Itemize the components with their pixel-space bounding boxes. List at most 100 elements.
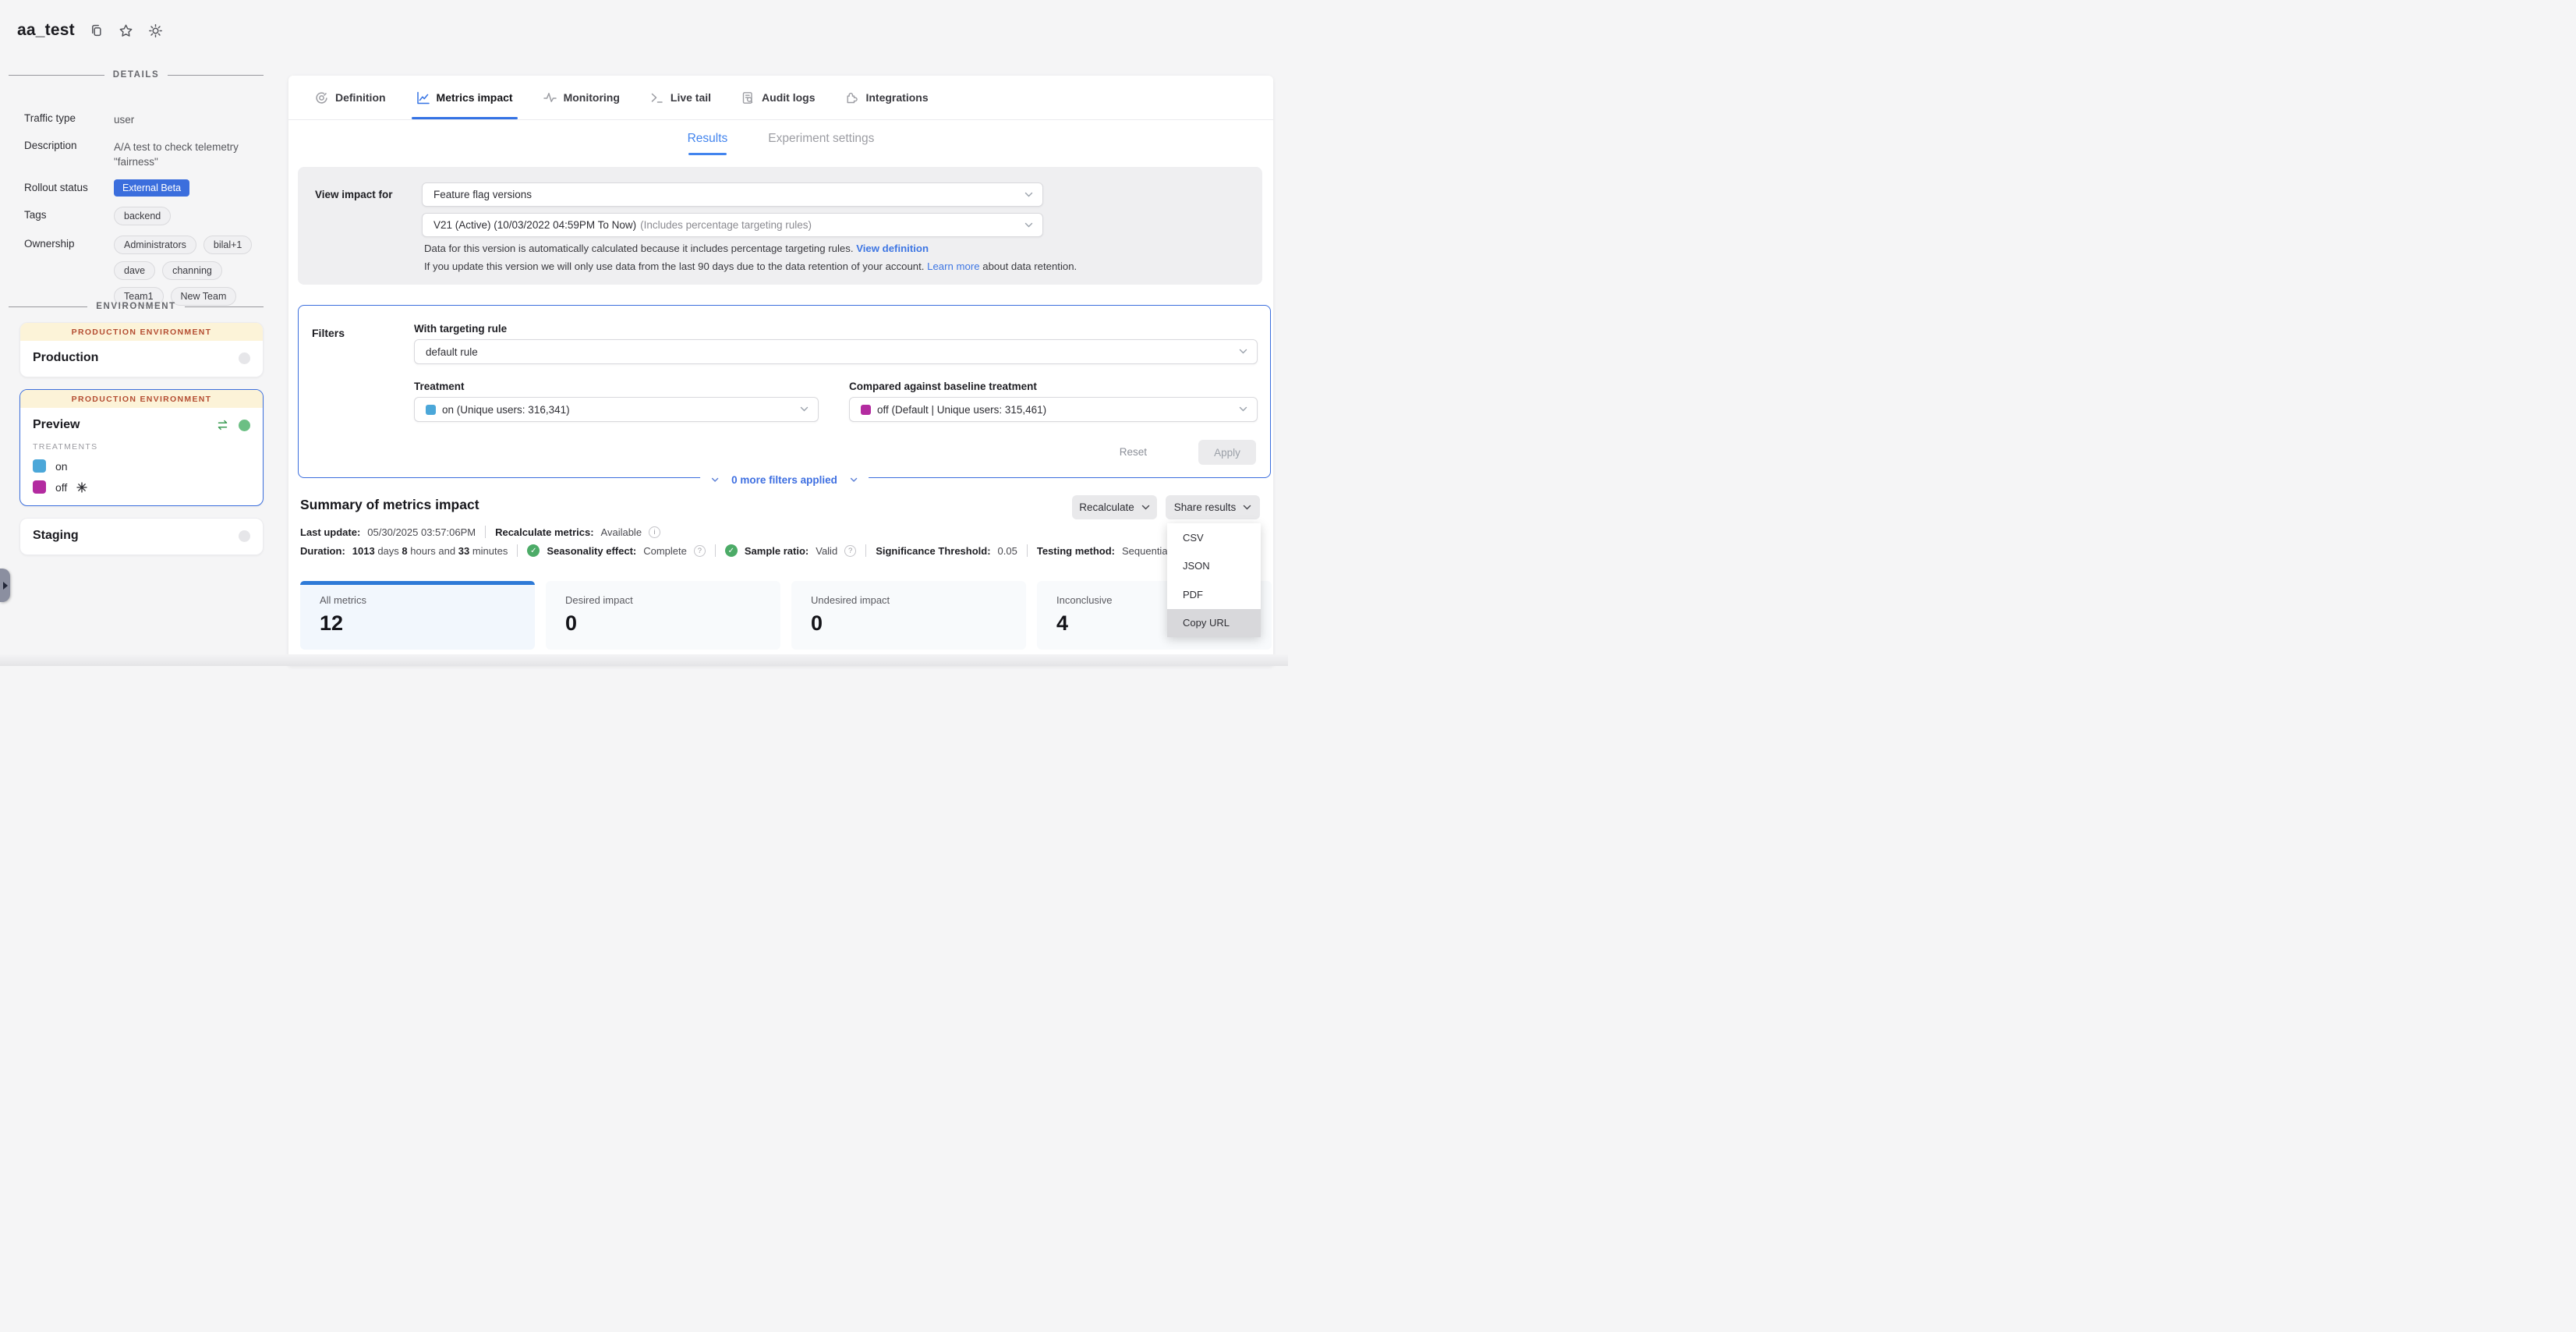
recalculate-button[interactable]: Recalculate <box>1072 495 1157 519</box>
menu-item-csv[interactable]: CSV <box>1167 523 1261 552</box>
ownership-row: Ownership Administrators bilal+1 dave ch… <box>24 236 258 306</box>
version-auto-note-text: Data for this version is automatically c… <box>424 243 854 254</box>
details-rows: Traffic type user Description A/A test t… <box>24 110 258 316</box>
audit-log-icon <box>741 91 755 105</box>
main-panel: Definition Metrics impact Monitoring Liv… <box>288 76 1273 666</box>
duration-days-unit: days <box>377 545 398 557</box>
owner-chip: channing <box>162 261 222 280</box>
filters-card: Filters With targeting rule default rule… <box>298 305 1271 478</box>
divider <box>865 544 866 557</box>
baseline-dropdown-value: off (Default | Unique users: 315,461) <box>877 404 1046 416</box>
tab-bar: Definition Metrics impact Monitoring Liv… <box>288 76 1273 120</box>
environment-name: Staging <box>33 529 239 543</box>
subtab-results[interactable]: Results <box>688 132 728 155</box>
metric-card-all-metrics[interactable]: All metrics 12 <box>300 581 535 650</box>
tag-chip: backend <box>114 207 171 225</box>
rollout-status-badge: External Beta <box>114 179 189 197</box>
divider <box>1027 544 1028 557</box>
chevron-down-icon <box>850 477 858 483</box>
environment-section-title: ENVIRONMENT <box>96 302 176 311</box>
tab-metrics-impact[interactable]: Metrics impact <box>416 76 513 119</box>
significance-label: Significance Threshold: <box>876 545 990 557</box>
version-value: V21 (Active) (10/03/2022 04:59PM To Now) <box>433 219 636 231</box>
tab-monitoring[interactable]: Monitoring <box>543 76 620 119</box>
menu-item-json[interactable]: JSON <box>1167 552 1261 581</box>
metric-card-undesired-impact[interactable]: Undesired impact 0 <box>791 581 1026 650</box>
subtab-experiment-settings[interactable]: Experiment settings <box>768 132 874 155</box>
sidebar-collapse-handle[interactable] <box>0 569 10 602</box>
treatment-on-swatch <box>33 459 46 473</box>
divider <box>715 544 716 557</box>
duration-hours: 8 <box>402 545 407 557</box>
version-auto-note: Data for this version is automatically c… <box>424 243 929 254</box>
tab-live-tail[interactable]: Live tail <box>650 76 711 119</box>
targeting-rule-value: default rule <box>426 346 478 358</box>
impact-source-value: Feature flag versions <box>433 189 532 200</box>
owner-chip: dave <box>114 261 155 280</box>
star-icon[interactable] <box>119 23 133 38</box>
question-icon[interactable]: ? <box>844 545 856 557</box>
traffic-type-label: Traffic type <box>24 110 114 127</box>
baseline-label: Compared against baseline treatment <box>849 381 1037 392</box>
baseline-dropdown[interactable]: off (Default | Unique users: 315,461) <box>849 397 1258 422</box>
question-icon[interactable]: ? <box>694 545 706 557</box>
info-icon[interactable]: i <box>649 526 660 538</box>
pulse-icon <box>543 91 557 105</box>
copy-icon[interactable] <box>90 23 104 37</box>
environment-section-header: ENVIRONMENT <box>9 302 264 311</box>
duration-days: 1013 <box>352 545 375 557</box>
duration-label: Duration: <box>300 545 345 557</box>
chevron-down-icon <box>1024 222 1033 228</box>
summary-title: Summary of metrics impact <box>300 497 479 513</box>
treatment-dropdown[interactable]: on (Unique users: 316,341) <box>414 397 819 422</box>
metric-card-desired-impact[interactable]: Desired impact 0 <box>546 581 780 650</box>
treatment-on-swatch <box>426 405 436 415</box>
testing-method-value: Sequential <box>1122 545 1169 557</box>
chevron-down-icon <box>711 477 719 483</box>
environment-card-preview[interactable]: PRODUCTION ENVIRONMENT Preview TREATMENT… <box>19 389 264 506</box>
share-results-button[interactable]: Share results <box>1166 495 1260 519</box>
treatment-on-label: on <box>55 460 68 473</box>
targeting-rule-dropdown[interactable]: default rule <box>414 339 1258 364</box>
tab-audit-logs[interactable]: Audit logs <box>741 76 815 119</box>
apply-button[interactable]: Apply <box>1198 440 1256 465</box>
impact-source-dropdown[interactable]: Feature flag versions <box>422 182 1043 207</box>
details-section-header: DETAILS <box>9 70 264 80</box>
recalculate-metrics-label: Recalculate metrics: <box>495 526 593 538</box>
gear-icon[interactable] <box>148 23 163 38</box>
tab-definition[interactable]: Definition <box>315 76 386 119</box>
more-filters-toggle[interactable]: 0 more filters applied <box>700 474 869 486</box>
summary-stats-row-1: Last update: 05/30/2025 03:57:06PM Recal… <box>300 526 660 538</box>
metric-summary-cards: All metrics 12 Desired impact 0 Undesire… <box>300 581 1272 650</box>
duration-minutes-unit: minutes <box>472 545 508 557</box>
testing-method-label: Testing method: <box>1037 545 1115 557</box>
swap-arrows-icon <box>216 420 229 430</box>
treatment-off-row: off <box>33 480 250 494</box>
environment-name: Preview <box>33 418 216 432</box>
view-definition-link[interactable]: View definition <box>856 243 929 254</box>
environment-card-production[interactable]: PRODUCTION ENVIRONMENT Production <box>19 322 264 377</box>
bottom-scroll-strip[interactable] <box>0 654 1288 666</box>
seasonality-value: Complete <box>643 545 687 557</box>
traffic-type-value: user <box>114 110 253 127</box>
tab-integrations[interactable]: Integrations <box>845 76 928 119</box>
chevron-down-icon <box>1243 505 1251 511</box>
tab-label: Live tail <box>671 91 711 104</box>
environment-name: Production <box>33 351 239 365</box>
environment-card-staging[interactable]: Staging <box>19 518 264 555</box>
divider <box>517 544 518 557</box>
menu-item-pdf[interactable]: PDF <box>1167 580 1261 609</box>
tab-label: Audit logs <box>762 91 815 104</box>
treatment-off-label: off <box>55 481 67 494</box>
version-dropdown[interactable]: V21 (Active) (10/03/2022 04:59PM To Now)… <box>422 213 1043 237</box>
reset-button[interactable]: Reset <box>1120 446 1147 458</box>
description-label: Description <box>24 137 114 169</box>
more-filters-label: 0 more filters applied <box>731 474 837 486</box>
rollout-status-label: Rollout status <box>24 179 114 197</box>
chevron-down-icon <box>800 406 809 413</box>
learn-more-link[interactable]: Learn more <box>927 260 979 272</box>
divider <box>485 526 486 538</box>
tab-label: Integrations <box>865 91 928 104</box>
last-update-value: 05/30/2025 03:57:06PM <box>367 526 476 538</box>
menu-item-copy-url[interactable]: Copy URL <box>1167 609 1261 638</box>
